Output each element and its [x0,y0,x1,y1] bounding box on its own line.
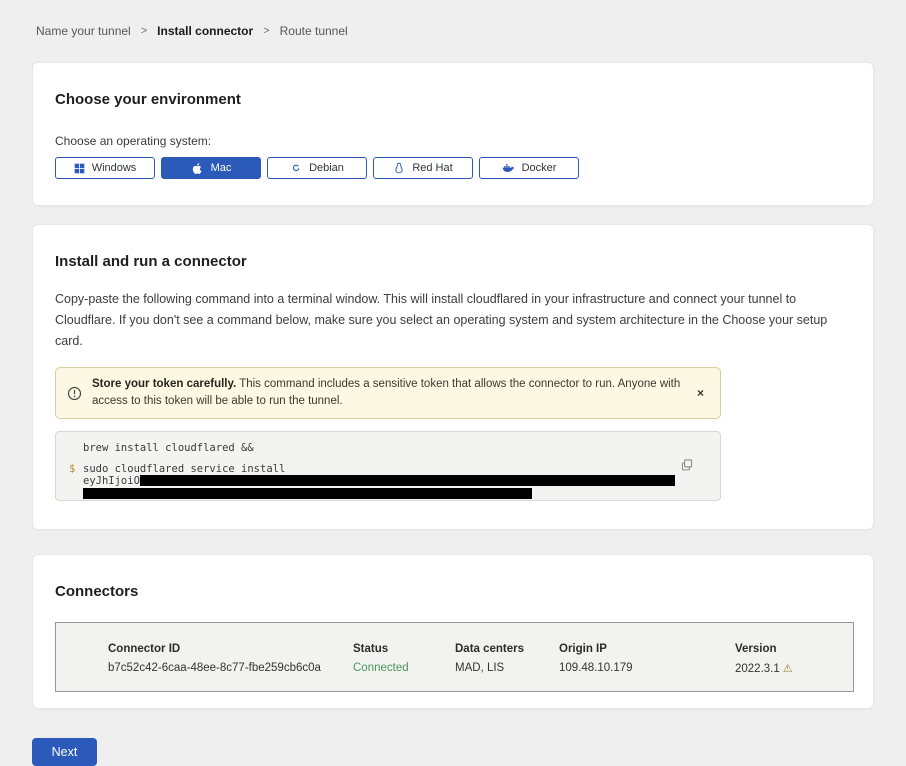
connectors-table: Connector ID Status Data centers Origin … [55,622,854,692]
token-warning-text: Store your token carefully. This command… [92,376,683,410]
col-header-origin-ip: Origin IP [559,643,735,655]
os-button-label: Mac [211,162,232,174]
token-warning-title: Store your token carefully. [92,378,236,390]
token-redaction-bar [83,488,532,499]
token-prefix: eyJhIjoiO [83,475,140,487]
code-line-2: $ sudo cloudflared service install [69,464,706,476]
os-button-mac[interactable]: Mac [161,157,261,179]
docker-icon [502,162,515,175]
code-brew-command: brew install cloudflared && [83,443,254,455]
code-line-3: eyJhIjoiO [69,475,706,488]
debian-icon [290,162,302,174]
os-button-label: Debian [309,162,344,174]
close-icon[interactable]: × [693,387,708,399]
token-redaction-bar [140,475,675,486]
breadcrumb-name-your-tunnel[interactable]: Name your tunnel [36,24,131,38]
redhat-linux-icon [393,162,405,174]
install-card: Install and run a connector Copy-paste t… [32,224,874,530]
install-description: Copy-paste the following command into a … [55,289,850,352]
cell-version: 2022.3.1⚠ [735,662,853,675]
breadcrumb-separator: > [141,25,147,37]
copy-icon[interactable] [680,458,694,472]
breadcrumb-route-tunnel[interactable]: Route tunnel [280,24,348,38]
breadcrumb: Name your tunnel > Install connector > R… [0,0,906,38]
os-button-label: Windows [92,162,137,174]
os-button-row: Windows Mac Debian Red Hat Docker [55,157,851,179]
code-line-1: brew install cloudflared && [69,443,706,455]
os-button-debian[interactable]: Debian [267,157,367,179]
windows-icon [74,163,85,174]
cell-origin-ip: 109.48.10.179 [559,662,735,675]
breadcrumb-install-connector[interactable]: Install connector [157,24,253,38]
col-header-status: Status [353,643,455,655]
apple-icon [191,162,204,175]
os-button-docker[interactable]: Docker [479,157,579,179]
breadcrumb-separator: > [263,25,269,37]
connectors-card: Connectors Connector ID Status Data cent… [32,554,874,709]
install-card-title: Install and run a connector [55,253,851,270]
cell-connector-id: b7c52c42-6caa-48ee-8c77-fbe259cb6c0a [108,662,353,675]
cell-status: Connected [353,662,455,675]
alert-circle-icon [67,386,82,401]
code-token-line: eyJhIjoiO [83,475,675,488]
connectors-card-title: Connectors [55,583,851,600]
os-select-label: Choose an operating system: [55,134,851,148]
token-warning-banner: Store your token carefully. This command… [55,367,721,419]
install-command-code-block: brew install cloudflared && $ sudo cloud… [55,431,721,501]
col-header-connector-id: Connector ID [108,643,353,655]
os-button-windows[interactable]: Windows [55,157,155,179]
environment-card: Choose your environment Choose an operat… [32,62,874,206]
cell-data-centers: MAD, LIS [455,662,559,675]
col-header-version: Version [735,643,853,655]
os-button-redhat[interactable]: Red Hat [373,157,473,179]
code-sudo-command: sudo cloudflared service install [83,464,285,476]
os-button-label: Docker [522,162,557,174]
next-button[interactable]: Next [32,738,97,766]
version-warning-icon: ⚠ [783,663,793,675]
environment-card-title: Choose your environment [55,91,851,108]
code-line-4 [69,488,706,501]
col-header-data-centers: Data centers [455,643,559,655]
os-button-label: Red Hat [412,162,452,174]
shell-prompt: $ [69,464,83,476]
